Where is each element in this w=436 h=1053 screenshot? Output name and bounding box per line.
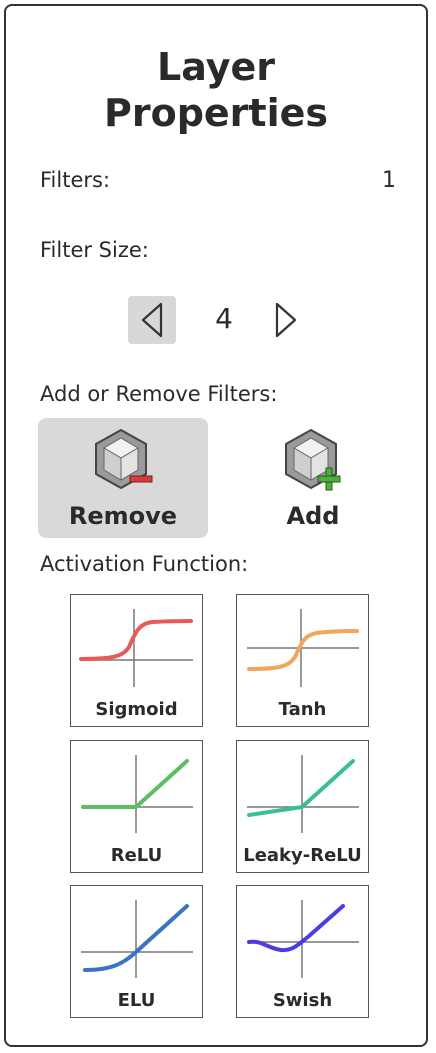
activation-swish-button[interactable]: Swish	[236, 885, 369, 1018]
remove-filter-label: Remove	[68, 502, 178, 530]
activation-sigmoid-button[interactable]: Sigmoid	[70, 594, 203, 727]
add-filter-label: Add	[286, 502, 340, 530]
activation-curve	[81, 759, 189, 809]
activation-tanh-button[interactable]: Tanh	[236, 594, 369, 727]
layer-properties-panel: Layer Properties Filters: 1 Filter Size:…	[4, 4, 428, 1047]
panel-title: Layer Properties	[6, 44, 426, 136]
activation-curve	[247, 904, 345, 953]
filters-label: Filters:	[40, 168, 111, 192]
filter-size-decrease-button[interactable]	[128, 296, 176, 344]
activation-curve	[79, 619, 193, 661]
activation-elu-button[interactable]: ELU	[70, 885, 203, 1018]
triangle-right-icon	[275, 302, 297, 338]
activation-curve	[247, 629, 359, 671]
sigmoid-label: Sigmoid	[95, 699, 178, 720]
filter-size-increase-button[interactable]	[262, 296, 310, 344]
cube-plus-icon	[285, 428, 341, 491]
relu-label: ReLU	[110, 845, 163, 866]
cube-minus-icon	[95, 428, 153, 490]
triangle-left-icon	[141, 302, 163, 338]
tanh-label: Tanh	[278, 699, 327, 720]
swish-label: Swish	[272, 990, 333, 1011]
filters-value: 1	[382, 168, 396, 193]
add-filter-button[interactable]: Add	[228, 418, 398, 538]
filter-size-value: 4	[215, 302, 233, 335]
activation-function-label: Activation Function:	[40, 552, 249, 576]
leaky-relu-label: Leaky-ReLU	[243, 845, 362, 866]
activation-relu-button[interactable]: ReLU	[70, 740, 203, 873]
panel-title-line-1: Layer	[157, 45, 275, 89]
activation-leaky-relu-button[interactable]: Leaky-ReLU	[236, 740, 369, 873]
panel-title-line-2: Properties	[104, 91, 328, 135]
remove-filter-button[interactable]: Remove	[38, 418, 208, 538]
add-remove-filters-label: Add or Remove Filters:	[40, 382, 278, 406]
elu-label: ELU	[117, 990, 156, 1011]
filter-size-label: Filter Size:	[40, 238, 149, 262]
